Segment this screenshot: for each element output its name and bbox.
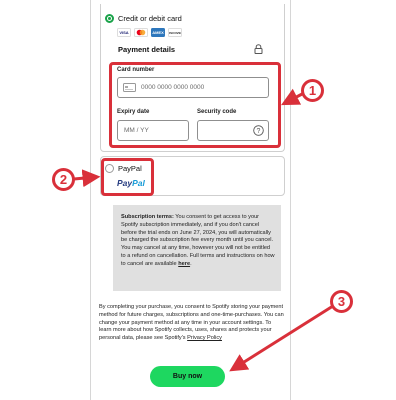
step-2-arrow	[73, 169, 101, 188]
step-3-arrow	[229, 304, 334, 372]
annotation-arrows	[73, 88, 334, 372]
step-1-arrow	[281, 88, 305, 106]
